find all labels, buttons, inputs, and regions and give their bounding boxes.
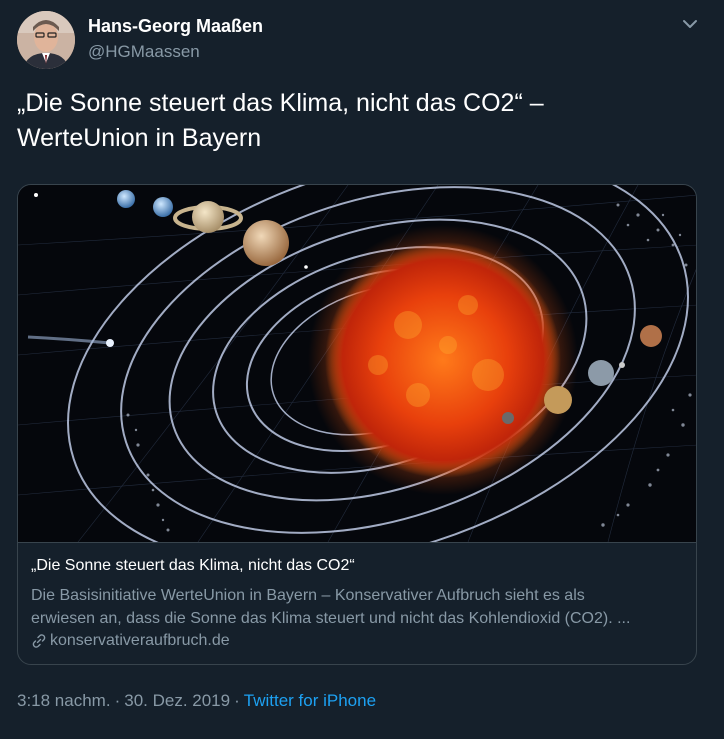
avatar[interactable]	[17, 11, 75, 69]
author-handle[interactable]: @HGMaassen	[88, 42, 200, 62]
card-domain-text: konservativeraufbruch.de	[50, 632, 230, 649]
meta-separator: ·	[114, 691, 121, 710]
link-card[interactable]: „Die Sonne steuert das Klima, nicht das …	[17, 184, 697, 665]
meta-separator-2: ·	[234, 691, 240, 710]
tweet-date[interactable]: 30. Dez. 2019	[124, 691, 230, 710]
chevron-down-icon[interactable]	[680, 14, 700, 34]
tweet: Hans-Georg Maaßen @HGMaassen „Die Sonne …	[0, 0, 724, 739]
card-info[interactable]: „Die Sonne steuert das Klima, nicht das …	[18, 542, 696, 664]
link-icon	[32, 634, 46, 648]
tweet-text: „Die Sonne steuert das Klima, nicht das …	[17, 86, 697, 156]
tweet-text-line2: WerteUnion in Bayern	[17, 124, 262, 152]
card-description-line2: erwiesen an, dass die Sonne das Klima st…	[31, 610, 631, 627]
tweet-meta: 3:18 nachm. · 30. Dez. 2019 · Twitter for iP…	[17, 691, 376, 711]
tweet-text-line1: „Die Sonne steuert das Klima, nicht das …	[17, 89, 544, 117]
card-domain[interactable]: konservativeraufbruch.de	[31, 632, 230, 650]
card-description: Die Basisinitiative WerteUnion in Bayern…	[31, 584, 691, 630]
tweet-time[interactable]: 3:18 nachm.	[17, 691, 111, 710]
tweet-source-link[interactable]: Twitter for iPhone	[244, 691, 376, 710]
card-title[interactable]: „Die Sonne steuert das Klima, nicht das …	[31, 557, 355, 575]
card-description-line1: Die Basisinitiative WerteUnion in Bayern…	[31, 587, 585, 604]
card-image[interactable]	[18, 185, 696, 567]
author-name[interactable]: Hans-Georg Maaßen	[88, 16, 263, 37]
